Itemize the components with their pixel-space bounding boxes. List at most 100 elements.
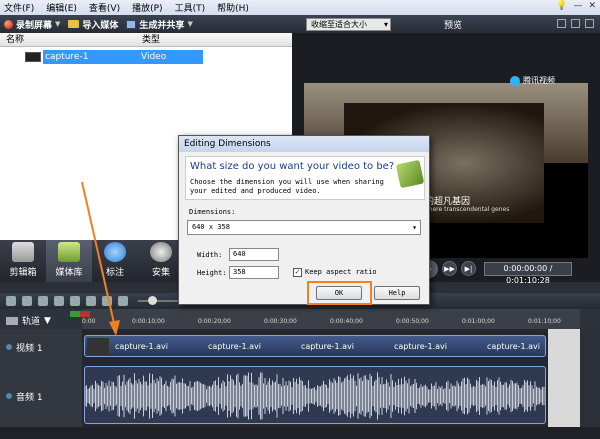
video-track: capture-1.avi capture-1.avi capture-1.av…	[82, 329, 580, 365]
track-toggle-icon[interactable]	[6, 344, 12, 350]
column-type[interactable]: 类型	[136, 33, 160, 46]
chevron-down-icon: ▼	[55, 20, 61, 28]
ok-button[interactable]: OK	[316, 286, 362, 300]
folder-icon	[68, 20, 80, 28]
width-label: Width:	[197, 251, 223, 259]
ruler-tick: 0:00:40;00	[330, 318, 363, 325]
clip-name: capture-1	[45, 52, 89, 62]
tracks-icon	[6, 316, 18, 325]
width-input[interactable]: 640	[229, 248, 279, 261]
audio-waveform	[85, 372, 545, 420]
menu-help[interactable]: 帮助(H)	[217, 1, 249, 14]
menu-play[interactable]: 播放(P)	[132, 1, 162, 14]
audio-clip[interactable]	[84, 366, 546, 424]
clip-type: Video	[141, 52, 167, 62]
ruler-tick: 0:00:30;00	[264, 318, 297, 325]
menu-bar: 文件(F) 编辑(E) 查看(V) 播放(P) 工具(T) 帮助(H) 💡 — …	[0, 0, 600, 15]
clip-label: capture-1.avi	[487, 342, 540, 351]
video-track-header[interactable]: 视频 1	[0, 329, 82, 365]
dimensions-select[interactable]: 640 x 358	[187, 220, 421, 235]
produce-share-button[interactable]: 生成并共享 ▼	[126, 18, 193, 31]
record-icon	[4, 19, 13, 29]
undo-icon[interactable]	[6, 296, 16, 306]
clip-bin-icon	[12, 242, 34, 262]
track-toggle-icon[interactable]	[6, 393, 12, 399]
menu-tools[interactable]: 工具(T)	[175, 1, 206, 14]
dialog-header: What size do you want your video to be? …	[185, 156, 425, 200]
column-name[interactable]: 名称	[0, 33, 136, 46]
cut-icon[interactable]	[38, 296, 48, 306]
help-button[interactable]: Help	[374, 286, 420, 300]
copy-icon[interactable]	[54, 296, 64, 306]
timecode-display: 0:00:00:00 / 0:01:10:28	[484, 261, 572, 285]
video-clip[interactable]: capture-1.avi capture-1.avi capture-1.av…	[84, 335, 546, 357]
clip-label: capture-1.avi	[208, 342, 261, 351]
dialog-title: Editing Dimensions	[179, 136, 429, 152]
dimensions-icon	[395, 159, 425, 189]
detach-icon[interactable]	[571, 19, 580, 28]
subtitle-english: There transcendental genes	[425, 206, 510, 213]
menu-edit[interactable]: 编辑(E)	[46, 1, 77, 14]
dialog-question: What size do you want your video to be?	[190, 161, 395, 172]
height-input[interactable]: 358	[229, 266, 279, 279]
lightbulb-icon[interactable]: 💡	[556, 1, 567, 11]
keep-aspect-label: Keep aspect ratio	[305, 268, 377, 276]
timeline-ruler-row: 轨道 ▼ 0:00 0:00:10;00 0:00:20;00 0:00:30;…	[0, 309, 600, 329]
clip-bin-header: 名称 类型	[0, 33, 292, 47]
tab-clip-bin[interactable]: 剪辑箱	[0, 240, 46, 282]
ruler-tick: 0:00:20;00	[198, 318, 231, 325]
close-icon[interactable]: ✕	[588, 1, 596, 11]
zoom-select[interactable]: 收缩至适合大小	[306, 17, 391, 31]
main-toolbar: 录制屏幕 ▼ 导入媒体 生成并共享 ▼	[0, 15, 292, 33]
preview-toolbar: 收缩至适合大小 预览	[292, 15, 600, 33]
clip-label: capture-1.avi	[301, 342, 354, 351]
tracks-menu[interactable]: 轨道 ▼	[6, 314, 51, 327]
ruler-tick: 0:00:10;00	[132, 318, 165, 325]
timeline-empty-area	[548, 329, 580, 427]
keep-aspect-checkbox[interactable]: ✓	[293, 268, 302, 277]
chevron-down-icon: ▼	[44, 315, 51, 326]
tencent-video-icon	[510, 75, 520, 86]
crop-icon[interactable]	[557, 19, 566, 28]
clip-label: capture-1.avi	[394, 342, 447, 351]
dialog-description: Choose the dimension you will use when s…	[190, 178, 384, 195]
zoom-icon	[150, 242, 172, 262]
zoom-out-icon[interactable]	[118, 296, 128, 306]
menu-view[interactable]: 查看(V)	[89, 1, 120, 14]
timeline-zoom-slider[interactable]	[138, 296, 182, 305]
ruler-tick: 0:00	[82, 318, 96, 325]
video-thumbnail	[87, 338, 109, 355]
ruler-tick: 0:01:00;00	[462, 318, 495, 325]
redo-icon[interactable]	[22, 296, 32, 306]
tab-library[interactable]: 媒体库	[46, 240, 92, 282]
tab-callouts[interactable]: 标注	[92, 240, 138, 282]
timeline-ruler[interactable]: 0:00 0:00:10;00 0:00:20;00 0:00:30;00 0:…	[82, 309, 580, 329]
waveform-path	[85, 372, 545, 420]
paste-icon[interactable]	[70, 296, 80, 306]
fullscreen-icon[interactable]	[585, 19, 594, 28]
chevron-down-icon: ▼	[187, 20, 193, 28]
minimize-icon[interactable]: —	[573, 1, 582, 11]
audio-track	[82, 365, 580, 427]
timeline-scrollbar[interactable]	[0, 427, 600, 439]
import-media-button[interactable]: 导入媒体	[68, 18, 118, 31]
marker-icon[interactable]	[102, 296, 112, 306]
watermark-logo: 腾讯视频	[510, 75, 555, 86]
audio-track-header[interactable]: 音频 1	[0, 365, 82, 427]
callout-icon	[104, 242, 126, 262]
preview-title: 预览	[444, 20, 463, 31]
ruler-tick: 0:00:50;00	[396, 318, 429, 325]
dimensions-label: Dimensions:	[189, 208, 236, 216]
playhead[interactable]	[70, 311, 90, 317]
height-label: Height:	[197, 269, 227, 277]
split-icon[interactable]	[86, 296, 96, 306]
menu-file[interactable]: 文件(F)	[4, 1, 34, 14]
list-item[interactable]: capture-1 Video	[25, 50, 205, 64]
film-icon	[126, 19, 137, 29]
record-screen-button[interactable]: 录制屏幕 ▼	[4, 18, 60, 31]
next-button[interactable]: ▶|	[461, 261, 476, 276]
fast-forward-button[interactable]: ▶▶	[442, 261, 457, 276]
library-icon	[58, 242, 80, 262]
video-thumbnail	[25, 52, 41, 62]
clip-label: capture-1.avi	[115, 342, 168, 351]
